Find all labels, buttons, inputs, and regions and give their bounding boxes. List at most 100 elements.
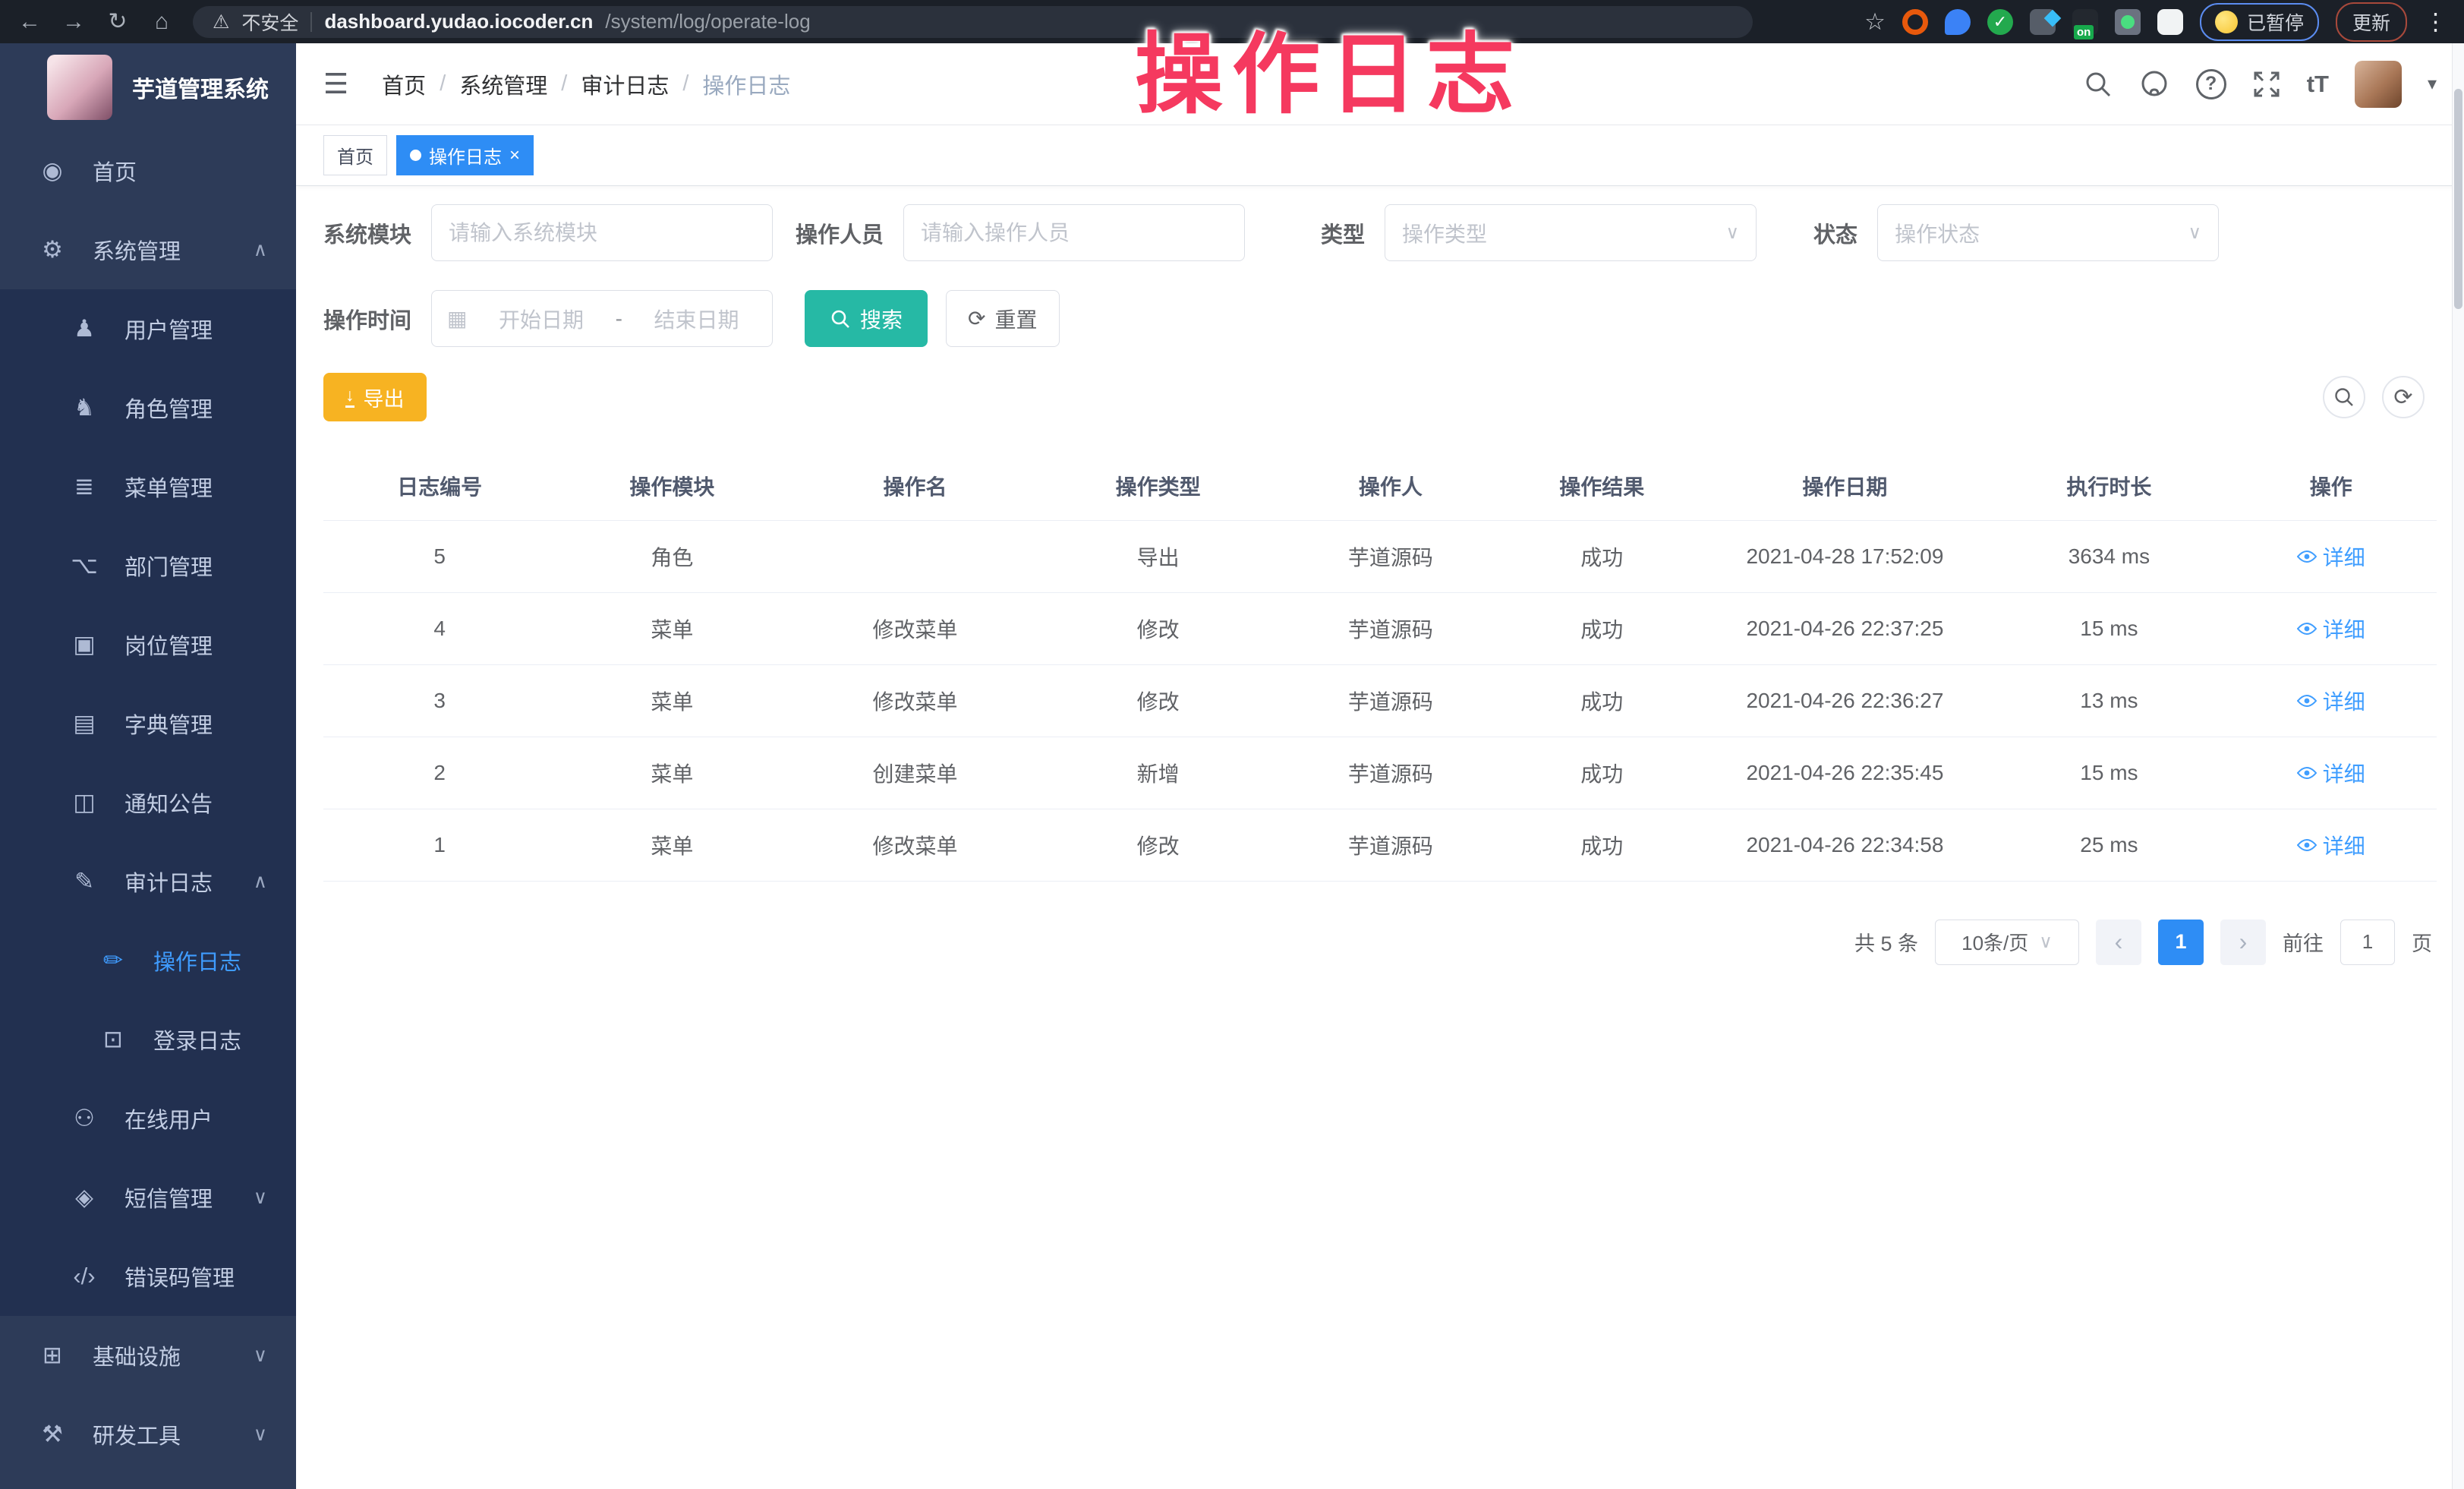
sidebar-item-dept-management[interactable]: ⌥ 部门管理 [0, 526, 296, 605]
sidebar-item-label: 在线用户 [124, 1103, 213, 1134]
sidebar-item-notice[interactable]: ◫ 通知公告 [0, 763, 296, 842]
date-range-picker[interactable]: ▦ 开始日期 - 结束日期 [431, 290, 773, 347]
module-input[interactable] [431, 204, 773, 261]
detail-link[interactable]: 详细 [2297, 830, 2365, 860]
url-path: /system/log/operate-log [605, 10, 810, 33]
detail-link[interactable]: 详细 [2297, 686, 2365, 716]
page-scrollbar[interactable] [2452, 43, 2464, 1489]
bookmark-star-icon[interactable]: ☆ [1864, 8, 1886, 36]
refresh-table-icon[interactable]: ⟳ [2382, 376, 2425, 418]
module-label: 系统模块 [323, 217, 411, 249]
org-tree-icon: ⌥ [65, 552, 103, 579]
sidebar-item-home[interactable]: ◉ 首页 [0, 131, 296, 210]
start-date-placeholder[interactable]: 开始日期 [481, 304, 601, 334]
browser-menu-kebab-icon[interactable]: ⋮ [2424, 8, 2447, 36]
paused-extension-pill[interactable]: 已暂停 [2200, 3, 2319, 41]
browser-forward-icon[interactable]: → [61, 9, 87, 35]
sidebar-item-login-log[interactable]: ⊡ 登录日志 [0, 1000, 296, 1079]
sidebar-item-sms-management[interactable]: ◈ 短信管理 ∨ [0, 1158, 296, 1237]
address-divider [310, 12, 312, 32]
detail-link[interactable]: 详细 [2297, 614, 2365, 644]
main-panel: ☰ 首页 / 系统管理 / 审计日志 / 操作日志 ? [296, 43, 2464, 1489]
sidebar-item-role-management[interactable]: ♞ 角色管理 [0, 368, 296, 447]
navbar-actions: ? tT ▾ [2084, 61, 2437, 108]
ext-green-check-icon[interactable]: ✓ [1987, 9, 2013, 35]
active-tag-dot [410, 150, 421, 161]
url-domain[interactable]: dashboard.yudao.iocoder.cn [324, 10, 593, 33]
status-select[interactable]: 操作状态 ∨ [1877, 204, 2219, 261]
sidebar-item-label: 岗位管理 [124, 629, 213, 661]
end-date-placeholder[interactable]: 结束日期 [636, 304, 757, 334]
col-date: 操作日期 [1697, 452, 1993, 520]
message-icon: ◫ [65, 789, 103, 816]
search-button[interactable]: 搜索 [805, 290, 928, 347]
prev-page-button[interactable]: ‹ [2096, 920, 2141, 965]
ext-dark-stack-icon[interactable]: on [2072, 9, 2098, 35]
sidebar-item-label: 用户管理 [124, 313, 213, 345]
browser-home-icon[interactable]: ⌂ [149, 9, 175, 35]
ext-blue-diamond-icon[interactable] [2030, 9, 2056, 35]
breadcrumb-audit-log[interactable]: 审计日志 [581, 68, 669, 100]
page-size-select[interactable]: 10条/页 ∨ [1935, 920, 2079, 965]
filter-row-2: 操作时间 ▦ 开始日期 - 结束日期 搜索 ⟳ 重置 [323, 290, 2437, 347]
current-page-button[interactable]: 1 [2158, 920, 2204, 965]
sidebar-item-menu-management[interactable]: ≣ 菜单管理 [0, 447, 296, 526]
search-icon[interactable] [2084, 70, 2113, 99]
docs-question-icon[interactable]: ? [2196, 69, 2226, 99]
post-icon: ▣ [65, 631, 103, 658]
user-avatar[interactable] [2355, 61, 2402, 108]
next-page-button[interactable]: › [2220, 920, 2266, 965]
col-log-id: 日志编号 [323, 452, 556, 520]
sidebar-item-user-management[interactable]: ♟ 用户管理 [0, 289, 296, 368]
ext-blue-pin-icon[interactable] [1945, 9, 1971, 35]
gear-icon: ⚙ [33, 236, 71, 263]
breadcrumb-home[interactable]: 首页 [382, 68, 426, 100]
scrollbar-thumb[interactable] [2454, 89, 2462, 309]
reset-button[interactable]: ⟳ 重置 [946, 290, 1059, 347]
sidebar-item-dev-tools[interactable]: ⚒ 研发工具 ∨ [0, 1395, 296, 1474]
browser-update-button[interactable]: 更新 [2336, 2, 2407, 42]
breadcrumb-system[interactable]: 系统管理 [459, 68, 547, 100]
col-operator: 操作人 [1275, 452, 1507, 520]
ext-orange-ring-icon[interactable] [1902, 9, 1928, 35]
browser-reload-icon[interactable]: ↻ [105, 8, 131, 35]
sidebar-item-audit-log[interactable]: ✎ 审计日志 ∧ [0, 842, 296, 921]
sidebar-item-error-code-management[interactable]: ‹/› 错误码管理 [0, 1237, 296, 1316]
sidebar-logo-row[interactable]: 芋道管理系统 [0, 43, 296, 131]
sidebar-item-infrastructure[interactable]: ⊞ 基础设施 ∨ [0, 1316, 296, 1395]
github-icon[interactable] [2138, 68, 2170, 100]
login-log-icon: ⊡ [94, 1026, 132, 1053]
sidebar-item-dict-management[interactable]: ▤ 字典管理 [0, 684, 296, 763]
fullscreen-icon[interactable] [2252, 70, 2281, 99]
page-size-value: 10条/页 [1961, 928, 2028, 956]
sidebar-item-label: 短信管理 [124, 1181, 213, 1213]
tag-home[interactable]: 首页 [323, 135, 387, 175]
browser-back-icon[interactable]: ← [17, 9, 43, 35]
sidebar-item-operate-log[interactable]: ✏ 操作日志 [0, 921, 296, 1000]
toggle-search-icon[interactable] [2323, 376, 2365, 418]
user-icon: ♟ [65, 315, 103, 342]
sidebar-item-online-users[interactable]: ⚇ 在线用户 [0, 1079, 296, 1158]
goto-page-input[interactable] [2340, 920, 2395, 965]
not-secure-label[interactable]: 不安全 [241, 8, 298, 36]
operator-input[interactable] [903, 204, 1245, 261]
system-management-submenu: ♟ 用户管理 ♞ 角色管理 ≣ 菜单管理 ⌥ 部门管理 ▣ 岗位管理 ▤ 字典管… [0, 289, 296, 1316]
type-select[interactable]: 操作类型 ∨ [1385, 204, 1757, 261]
ext-puzzle-icon[interactable] [2157, 9, 2183, 35]
sidebar-item-system-management[interactable]: ⚙ 系统管理 ∧ [0, 210, 296, 289]
reset-button-label: 重置 [995, 304, 1038, 334]
sidebar-collapse-icon[interactable]: ☰ [323, 68, 348, 100]
tag-operate-log[interactable]: 操作日志 × [396, 135, 534, 175]
detail-link[interactable]: 详细 [2297, 758, 2365, 788]
sidebar-item-label: 首页 [93, 155, 137, 187]
export-button[interactable]: ↓ 导出 [323, 373, 427, 421]
avatar-caret-down-icon[interactable]: ▾ [2428, 73, 2437, 95]
col-duration: 执行时长 [1993, 452, 2225, 520]
tags-view-bar: 首页 操作日志 × [296, 125, 2464, 186]
sidebar-item-label: 登录日志 [153, 1024, 241, 1055]
font-size-icon[interactable]: tT [2307, 71, 2329, 98]
detail-link[interactable]: 详细 [2297, 541, 2365, 572]
tag-close-icon[interactable]: × [509, 145, 520, 166]
ext-green-dot-icon[interactable] [2115, 9, 2141, 35]
sidebar-item-post-management[interactable]: ▣ 岗位管理 [0, 605, 296, 684]
